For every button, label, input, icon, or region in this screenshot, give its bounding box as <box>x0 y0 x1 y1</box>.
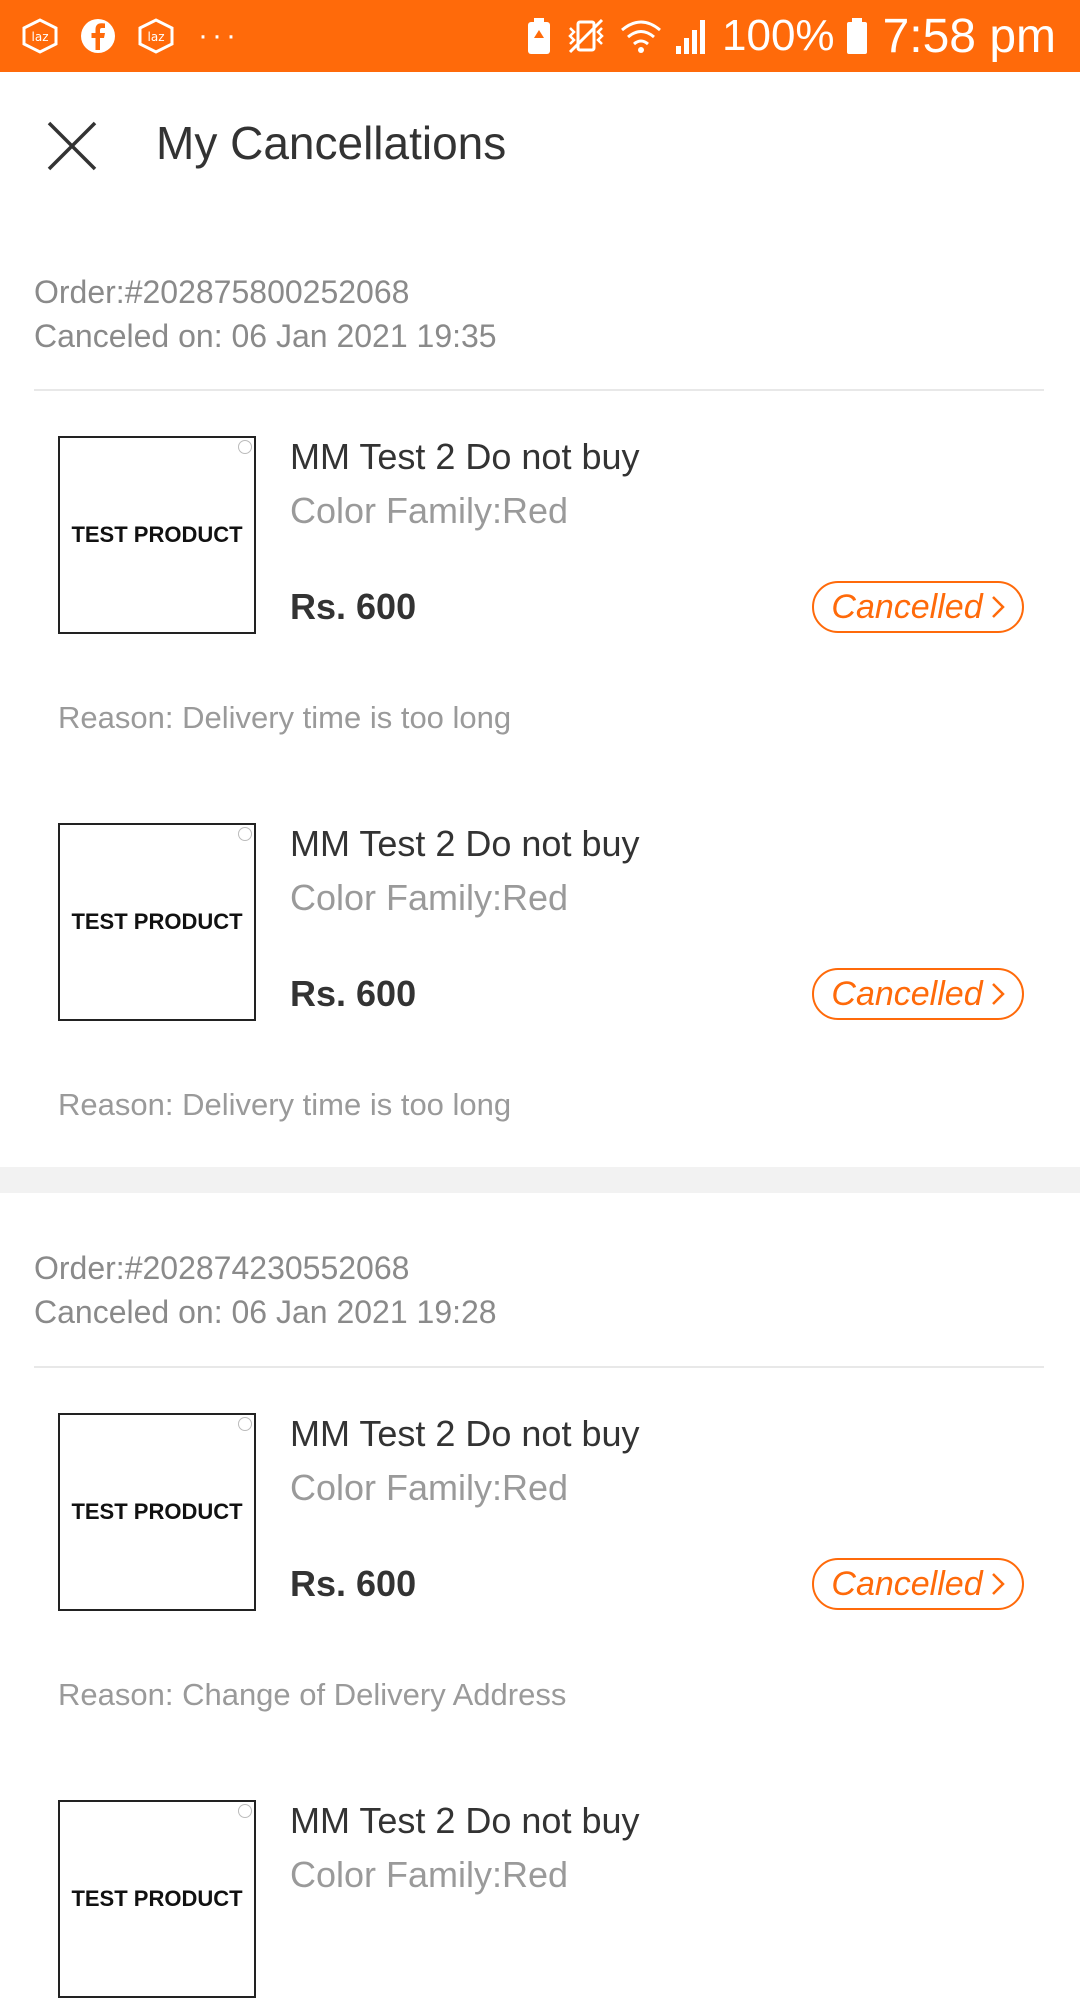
laz-icon: laz <box>134 14 178 58</box>
close-icon <box>238 1417 252 1431</box>
close-button[interactable] <box>34 110 110 186</box>
status-label: Cancelled <box>831 587 983 626</box>
facebook-icon <box>76 14 120 58</box>
order-number: Order:#202874230552068 <box>34 1250 410 1286</box>
product-variant: Color Family:Red <box>290 1854 569 1895</box>
status-bar-left: laz laz ··· <box>18 14 240 58</box>
cancellation-reason: Reason: Delivery time is too long <box>58 700 512 735</box>
product-variant: Color Family:Red <box>290 1467 569 1508</box>
signal-icon <box>674 16 710 56</box>
svg-text:laz: laz <box>32 30 49 44</box>
close-icon <box>238 1804 252 1818</box>
product-price: Rs. 600 <box>290 1563 417 1604</box>
status-label: Cancelled <box>831 974 983 1013</box>
app-header: My Cancellations <box>0 72 1080 212</box>
product-variant: Color Family:Red <box>290 877 569 918</box>
wifi-icon <box>618 16 664 56</box>
close-icon <box>238 827 252 841</box>
product-thumbnail[interactable]: TEST PRODUCT <box>58 436 256 634</box>
divider <box>34 1366 1044 1368</box>
product-price: Rs. 600 <box>290 586 417 627</box>
product-name[interactable]: MM Test 2 Do not buy <box>290 823 640 865</box>
status-label: Cancelled <box>831 1564 983 1603</box>
chevron-right-icon <box>991 982 1005 1006</box>
product-thumbnail[interactable]: TEST PRODUCT <box>58 823 256 1021</box>
divider <box>34 389 1044 391</box>
vibrate-off-icon <box>564 16 608 56</box>
status-bar: laz laz ··· 100% 7:58 pm <box>0 0 1080 72</box>
thumbnail-label: TEST PRODUCT <box>71 909 243 934</box>
battery-percent: 100% <box>722 11 835 60</box>
canceled-date: Canceled on: 06 Jan 2021 19:35 <box>34 318 497 354</box>
cancelled-status-button[interactable]: Cancelled <box>812 581 1024 633</box>
cancellation-reason: Reason: Delivery time is too long <box>58 1087 512 1122</box>
page-title: My Cancellations <box>156 117 507 169</box>
cancellation-reason: Reason: Change of Delivery Address <box>58 1677 567 1712</box>
chevron-right-icon <box>991 595 1005 619</box>
order-number: Order:#202875800252068 <box>34 274 410 310</box>
product-variant: Color Family:Red <box>290 490 569 531</box>
status-bar-right: 100% 7:58 pm <box>514 4 1056 68</box>
cancelled-status-button[interactable]: Cancelled <box>812 1558 1024 1610</box>
close-icon <box>238 440 252 454</box>
product-name[interactable]: MM Test 2 Do not buy <box>290 1800 640 1842</box>
product-name[interactable]: MM Test 2 Do not buy <box>290 436 640 478</box>
battery-saver-icon <box>524 16 554 56</box>
cancelled-status-button[interactable]: Cancelled <box>812 968 1024 1020</box>
order-separator <box>0 1167 1080 1193</box>
chevron-right-icon <box>991 1572 1005 1596</box>
svg-text:laz: laz <box>148 30 165 44</box>
laz-icon: laz <box>18 14 62 58</box>
order-header: Order:#202875800252068 Canceled on: 06 J… <box>34 270 497 358</box>
product-thumbnail[interactable]: TEST PRODUCT <box>58 1800 256 1998</box>
product-thumbnail[interactable]: TEST PRODUCT <box>58 1413 256 1611</box>
close-icon <box>46 120 98 177</box>
product-price: Rs. 600 <box>290 973 417 1014</box>
product-name[interactable]: MM Test 2 Do not buy <box>290 1413 640 1455</box>
thumbnail-label: TEST PRODUCT <box>71 1499 243 1524</box>
canceled-date: Canceled on: 06 Jan 2021 19:28 <box>34 1294 497 1330</box>
more-notifications: ··· <box>198 19 240 52</box>
order-header: Order:#202874230552068 Canceled on: 06 J… <box>34 1246 497 1334</box>
thumbnail-label: TEST PRODUCT <box>71 1886 243 1911</box>
clock: 7:58 pm <box>882 9 1056 63</box>
thumbnail-label: TEST PRODUCT <box>71 522 243 547</box>
battery-icon <box>845 16 869 56</box>
